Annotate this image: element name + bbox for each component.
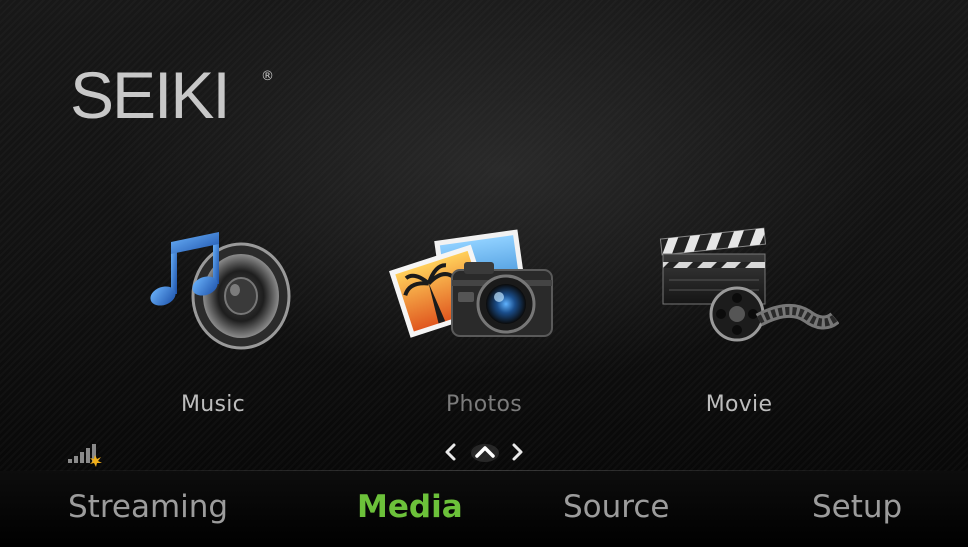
photos-camera-icon <box>384 220 584 370</box>
seiki-logo-text: SEIKI <box>70 58 229 130</box>
chevron-left-icon[interactable] <box>445 443 456 461</box>
tile-music[interactable]: Music <box>113 220 313 430</box>
nav-source[interactable]: Source <box>563 489 669 525</box>
tile-music-label: Music <box>180 392 246 417</box>
network-signal-icon <box>68 441 104 467</box>
movie-clapper-icon <box>639 220 840 370</box>
tile-photos[interactable]: Photos <box>384 220 584 430</box>
nav-streaming[interactable]: Streaming <box>68 489 228 525</box>
registered-mark: ® <box>261 69 274 84</box>
tile-photos-label: Photos <box>445 392 523 417</box>
nav-media[interactable]: Media <box>357 489 463 525</box>
nav-setup[interactable]: Setup <box>812 489 902 525</box>
tile-movie[interactable]: Movie <box>639 220 840 430</box>
bottom-nav: Streaming Media Source Setup <box>0 471 968 547</box>
chevron-up-icon[interactable] <box>471 444 499 462</box>
chevron-right-icon[interactable] <box>512 443 523 461</box>
music-speaker-icon <box>113 220 313 370</box>
home-screen: SEIKI ® Music Photos Movie Streaming Med… <box>0 0 968 547</box>
tile-movie-label: Movie <box>705 392 773 417</box>
seiki-logo: SEIKI ® <box>68 54 288 130</box>
pager <box>440 440 530 464</box>
